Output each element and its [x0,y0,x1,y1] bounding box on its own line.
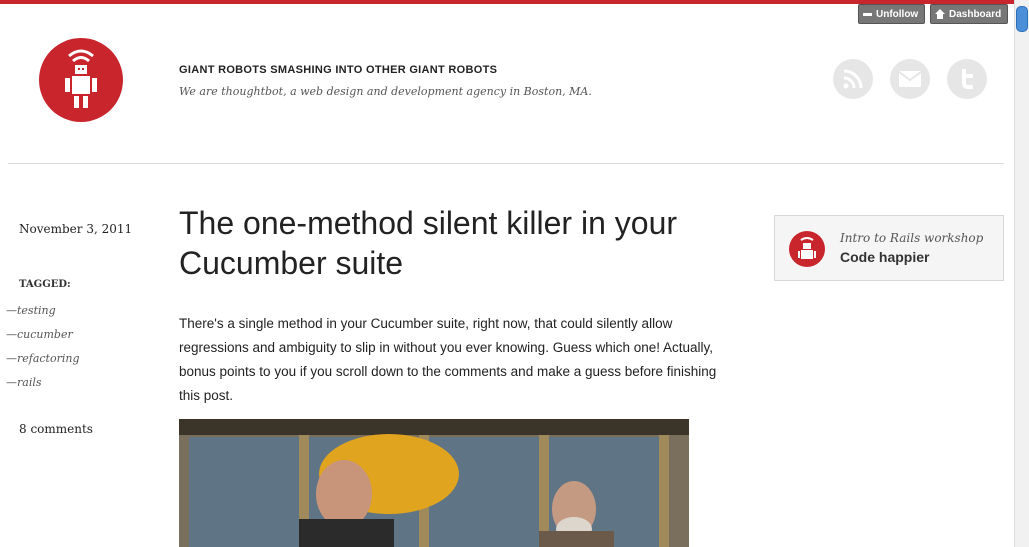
unfollow-button[interactable]: Unfollow [858,4,926,24]
post-body: There's a single method in your Cucumber… [179,316,717,403]
scrollbar[interactable] [1014,0,1029,547]
robot-icon [65,49,97,108]
twitter-button[interactable] [947,59,987,99]
dashboard-label: Dashboard [949,8,1002,20]
tag-link-rails[interactable]: —rails [6,376,42,389]
robot-badge-icon [789,231,825,267]
promo-title: Intro to Rails workshop [840,231,984,245]
twitter-icon [962,69,973,89]
site-title[interactable]: GIANT ROBOTS SMASHING INTO OTHER GIANT R… [179,64,497,76]
site-tagline: We are thoughtbot, a web design and deve… [179,85,592,98]
tag-link-refactoring[interactable]: —refactoring [6,352,80,365]
mail-button[interactable] [890,59,930,99]
header-divider [8,163,1004,164]
unfollow-label: Unfollow [876,8,919,20]
home-icon [935,9,945,19]
post-image [179,419,689,547]
rss-icon [843,69,863,89]
post-title[interactable]: The one-method silent killer in your Cuc… [179,203,759,283]
minus-icon [863,12,872,16]
mail-icon [898,71,922,87]
post-date: November 3, 2011 [19,222,133,236]
promo-subtitle: Code happier [840,249,930,265]
rss-button[interactable] [833,59,873,99]
dashboard-button[interactable]: Dashboard [930,4,1009,24]
scrollbar-thumb[interactable] [1016,6,1028,32]
tag-link-cucumber[interactable]: —cucumber [6,328,73,341]
rails-workshop-promo[interactable]: Intro to Rails workshop Code happier [774,215,1004,281]
robot-logo[interactable] [39,38,123,122]
tv-scene-image [179,419,689,547]
comments-link[interactable]: 8 comments [19,422,93,436]
tagged-label: TAGGED: [19,279,71,290]
tag-link-testing[interactable]: —testing [6,304,56,317]
